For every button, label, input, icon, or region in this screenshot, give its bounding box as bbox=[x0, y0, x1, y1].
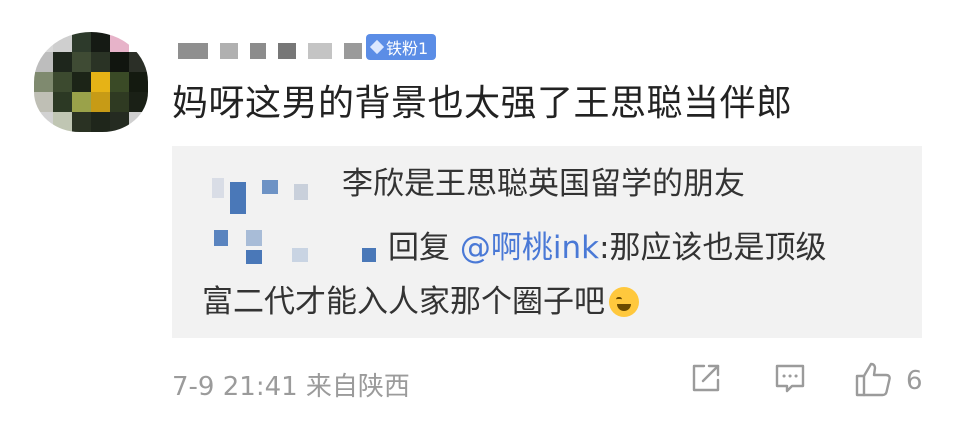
timestamp-location: 7-9 21:41 来自陕西 bbox=[172, 372, 410, 402]
laugh-cry-emoji-icon bbox=[609, 287, 639, 317]
username-blurred[interactable] bbox=[178, 40, 362, 62]
fan-badge: 铁粉1 bbox=[366, 34, 437, 60]
fan-badge-label: 铁粉1 bbox=[386, 39, 429, 58]
quoted-reply-line: 回复 @啊桃ink:那应该也是顶级 bbox=[388, 228, 827, 268]
comment-icon[interactable] bbox=[772, 360, 808, 396]
comment-text: 妈呀这男的背景也太强了王思聪当伴郎 bbox=[172, 83, 793, 124]
like-count: 6 bbox=[906, 366, 923, 396]
mention-link[interactable]: @啊桃ink bbox=[460, 230, 599, 266]
quoted-original-text: 李欣是王思聪英国留学的朋友 bbox=[342, 166, 745, 202]
quoted-reply[interactable]: 李欣是王思聪英国留学的朋友 回复 @啊桃ink:那应该也是顶级 富二代才能入人家… bbox=[172, 146, 922, 338]
quoted-reply-line-2: 富二代才能入人家那个圈子吧 bbox=[202, 282, 639, 322]
share-icon[interactable] bbox=[688, 360, 724, 396]
reply-prefix: 回复 bbox=[388, 230, 460, 266]
reply-text: :那应该也是顶级 bbox=[599, 230, 827, 266]
reply-text-continued: 富二代才能入人家那个圈子吧 bbox=[202, 284, 605, 320]
like-icon[interactable] bbox=[854, 360, 894, 398]
avatar[interactable] bbox=[34, 32, 148, 132]
diamond-icon bbox=[369, 39, 385, 55]
